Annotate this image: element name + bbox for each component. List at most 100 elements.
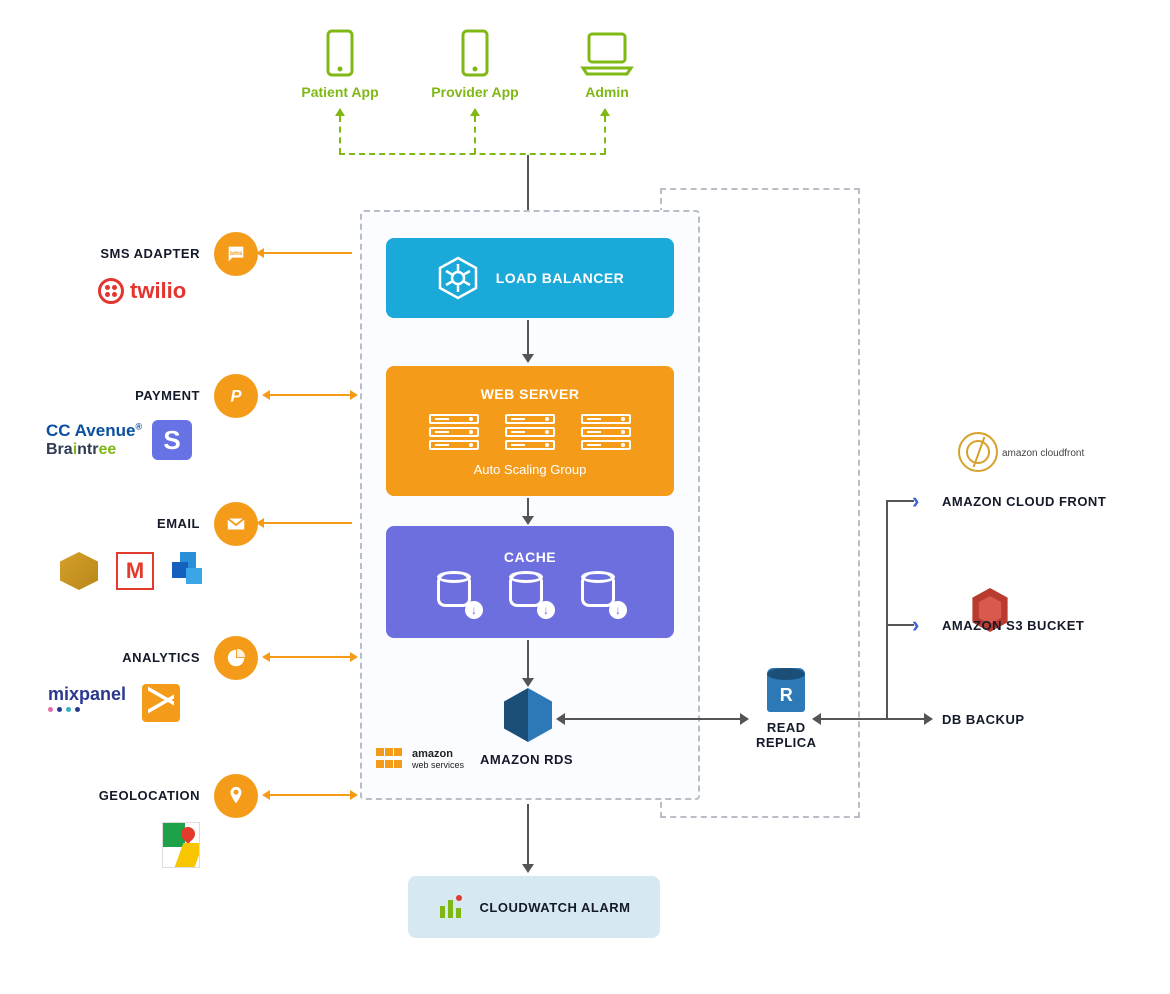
chevron-right-icon: › [912, 488, 919, 514]
read-replica-label-2: REPLICA [756, 735, 817, 750]
aws-cubes-icon [376, 748, 406, 770]
cloudwatch-card: CLOUDWATCH ALARM [408, 876, 660, 938]
client-admin: Admin [562, 28, 652, 100]
db-backup-label: DB BACKUP [942, 712, 1025, 727]
client-provider-label: Provider App [420, 84, 530, 100]
arrow-right-icon [924, 713, 933, 725]
connector [527, 320, 529, 356]
arrow-left-icon [812, 713, 821, 725]
cache-card: CACHE ↓ ↓ ↓ [386, 526, 674, 638]
ccavenue-logo: CC Avenue® [46, 421, 142, 441]
arrow-right-icon [740, 713, 749, 725]
google-maps-icon [162, 822, 200, 868]
payment-title: PAYMENT [50, 388, 200, 403]
dashed-connector [339, 116, 341, 154]
connector [268, 656, 352, 658]
email-vendor-icon [172, 552, 210, 590]
bar-chart-icon [438, 894, 466, 920]
arrow-left-icon [262, 652, 270, 662]
google-analytics-icon [142, 684, 180, 722]
cloudfront-icon [958, 432, 998, 472]
sms-title: SMS ADAPTER [50, 246, 200, 261]
arrow-up-icon [600, 108, 610, 116]
arrow-left-icon [256, 518, 264, 528]
cloudwatch-label: CLOUDWATCH ALARM [480, 900, 631, 915]
arrow-left-icon [556, 713, 565, 725]
analytics-title: ANALYTICS [50, 650, 200, 665]
s3-label: AMAZON S3 BUCKET [942, 618, 1084, 633]
arrow-right-icon [350, 390, 358, 400]
mixpanel-logo: mixpanel [48, 684, 126, 712]
arrow-right-icon [350, 652, 358, 662]
server-icon [429, 414, 479, 450]
connector [886, 624, 914, 626]
server-icon [505, 414, 555, 450]
arrow-down-icon [522, 678, 534, 687]
aws-amazon-label: amazon [412, 748, 464, 760]
chevron-right-icon: › [912, 612, 919, 638]
payment-vendors: CC Avenue® Braintree S [46, 420, 192, 460]
connector [818, 718, 888, 720]
connector [527, 640, 529, 680]
braintree-logo: Braintree [46, 441, 142, 459]
cache-db-icon: ↓ [581, 573, 623, 615]
google-maps-logo [162, 822, 200, 868]
arrow-left-icon [262, 390, 270, 400]
dashed-connector [474, 116, 476, 154]
web-server-label: WEB SERVER [481, 386, 580, 402]
connector [886, 718, 926, 720]
load-balancer-icon [436, 256, 480, 300]
phone-icon [460, 28, 490, 78]
client-patient-label: Patient App [290, 84, 390, 100]
laptop-icon [579, 28, 635, 78]
connector [562, 718, 742, 720]
mixpanel-text: mixpanel [48, 684, 126, 705]
connector [268, 794, 352, 796]
svg-text:P: P [230, 388, 242, 406]
amazon-rds-label: AMAZON RDS [480, 752, 573, 767]
client-patient: Patient App [290, 28, 390, 100]
cloudfront-sublabel: amazon cloudfront [1002, 448, 1084, 459]
phone-icon [325, 28, 355, 78]
cache-db-icon: ↓ [437, 573, 479, 615]
connector [527, 498, 529, 518]
arrow-down-icon [522, 354, 534, 363]
auto-scaling-label: Auto Scaling Group [474, 462, 587, 477]
twilio-icon [98, 278, 124, 304]
read-replica-icon: R [767, 668, 805, 712]
arrow-right-icon [350, 790, 358, 800]
geolocation-icon [214, 774, 258, 818]
analytics-vendors: mixpanel [48, 684, 180, 722]
email-vendors: M [60, 552, 210, 590]
connector [262, 252, 352, 254]
server-icon [581, 414, 631, 450]
connector [527, 804, 529, 866]
arrow-left-icon [262, 790, 270, 800]
read-replica-label-1: READ [756, 720, 817, 735]
email-vendor-icon [60, 552, 98, 590]
email-title: EMAIL [50, 516, 200, 531]
connector [886, 500, 914, 502]
cloudfront-label: AMAZON CLOUD FRONT [942, 494, 1106, 509]
arrow-down-icon [522, 516, 534, 525]
mandrill-icon: M [116, 552, 154, 590]
arrow-left-icon [256, 248, 264, 258]
connector [886, 500, 888, 720]
load-balancer-card: LOAD BALANCER [386, 238, 674, 318]
arrow-up-icon [470, 108, 480, 116]
geolocation-title: GEOLOCATION [50, 788, 200, 803]
analytics-icon [214, 636, 258, 680]
svg-text:sms: sms [230, 250, 243, 257]
stripe-logo: S [152, 420, 192, 460]
aws-badge: amazon web services [376, 748, 464, 770]
client-provider: Provider App [420, 28, 530, 100]
payment-icon: P [214, 374, 258, 418]
arrow-down-icon [522, 864, 534, 873]
connector [268, 394, 352, 396]
client-admin-label: Admin [562, 84, 652, 100]
amazon-rds-icon [504, 688, 552, 742]
mixpanel-dots-icon [48, 707, 126, 712]
sms-icon: sms [214, 232, 258, 276]
twilio-logo: twilio [98, 278, 186, 304]
aws-webservices-label: web services [412, 760, 464, 770]
